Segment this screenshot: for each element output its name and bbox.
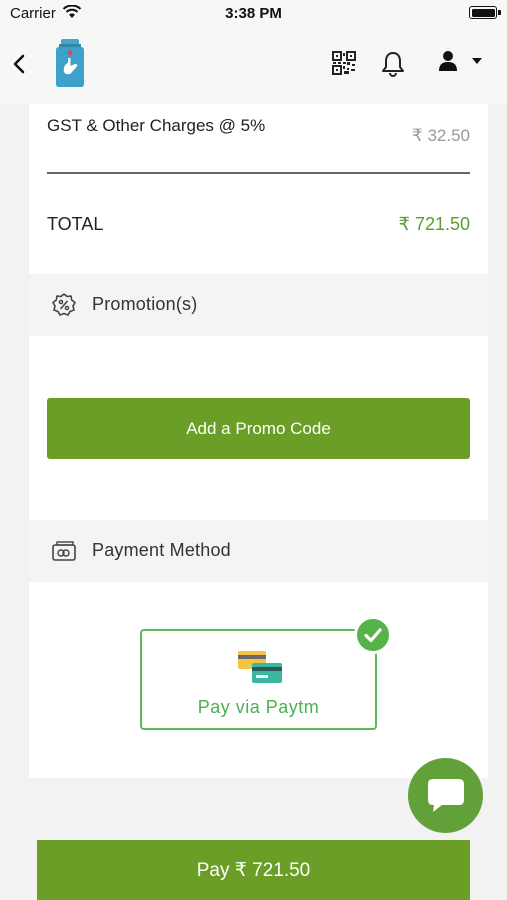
selected-check-badge bbox=[354, 616, 392, 654]
check-icon bbox=[364, 628, 382, 643]
paytm-payment-option[interactable]: Pay via Paytm bbox=[140, 629, 377, 730]
battery-icon bbox=[469, 6, 497, 19]
total-label: TOTAL bbox=[47, 214, 104, 234]
payment-section-header: Payment Method bbox=[29, 520, 488, 582]
caret-down-icon[interactable] bbox=[472, 58, 482, 64]
nav-bar bbox=[0, 26, 507, 104]
add-promo-code-button[interactable]: Add a Promo Code bbox=[47, 398, 470, 459]
app-logo bbox=[56, 39, 84, 87]
total-value: ₹ 721.50 bbox=[398, 214, 470, 234]
promotion-title: Promotion(s) bbox=[92, 294, 198, 314]
paytm-option-label: Pay via Paytm bbox=[197, 697, 320, 717]
payment-method-icon bbox=[52, 541, 76, 561]
bell-icon[interactable] bbox=[379, 50, 407, 78]
pay-button[interactable]: Pay ₹ 721.50 bbox=[37, 840, 470, 900]
battery-tip bbox=[498, 10, 501, 15]
promotion-icon bbox=[52, 293, 76, 316]
cards-icon bbox=[238, 651, 282, 683]
checkout-card: GST & Other Charges @ 5% ₹ 32.50 TOTAL ₹… bbox=[29, 104, 488, 778]
promotion-section-header: Promotion(s) bbox=[29, 274, 488, 336]
user-icon[interactable] bbox=[437, 50, 459, 72]
chat-button[interactable] bbox=[408, 758, 483, 833]
payment-method-title: Payment Method bbox=[92, 540, 231, 560]
status-time: 3:38 PM bbox=[225, 5, 282, 22]
chat-icon bbox=[428, 779, 464, 812]
back-icon[interactable] bbox=[10, 52, 30, 76]
gst-value: ₹ 32.50 bbox=[411, 126, 470, 145]
gst-label: GST & Other Charges @ 5% bbox=[47, 116, 266, 135]
divider bbox=[47, 172, 470, 174]
status-bar: Carrier 3:38 PM bbox=[0, 0, 507, 26]
qr-code-icon[interactable] bbox=[332, 51, 356, 75]
